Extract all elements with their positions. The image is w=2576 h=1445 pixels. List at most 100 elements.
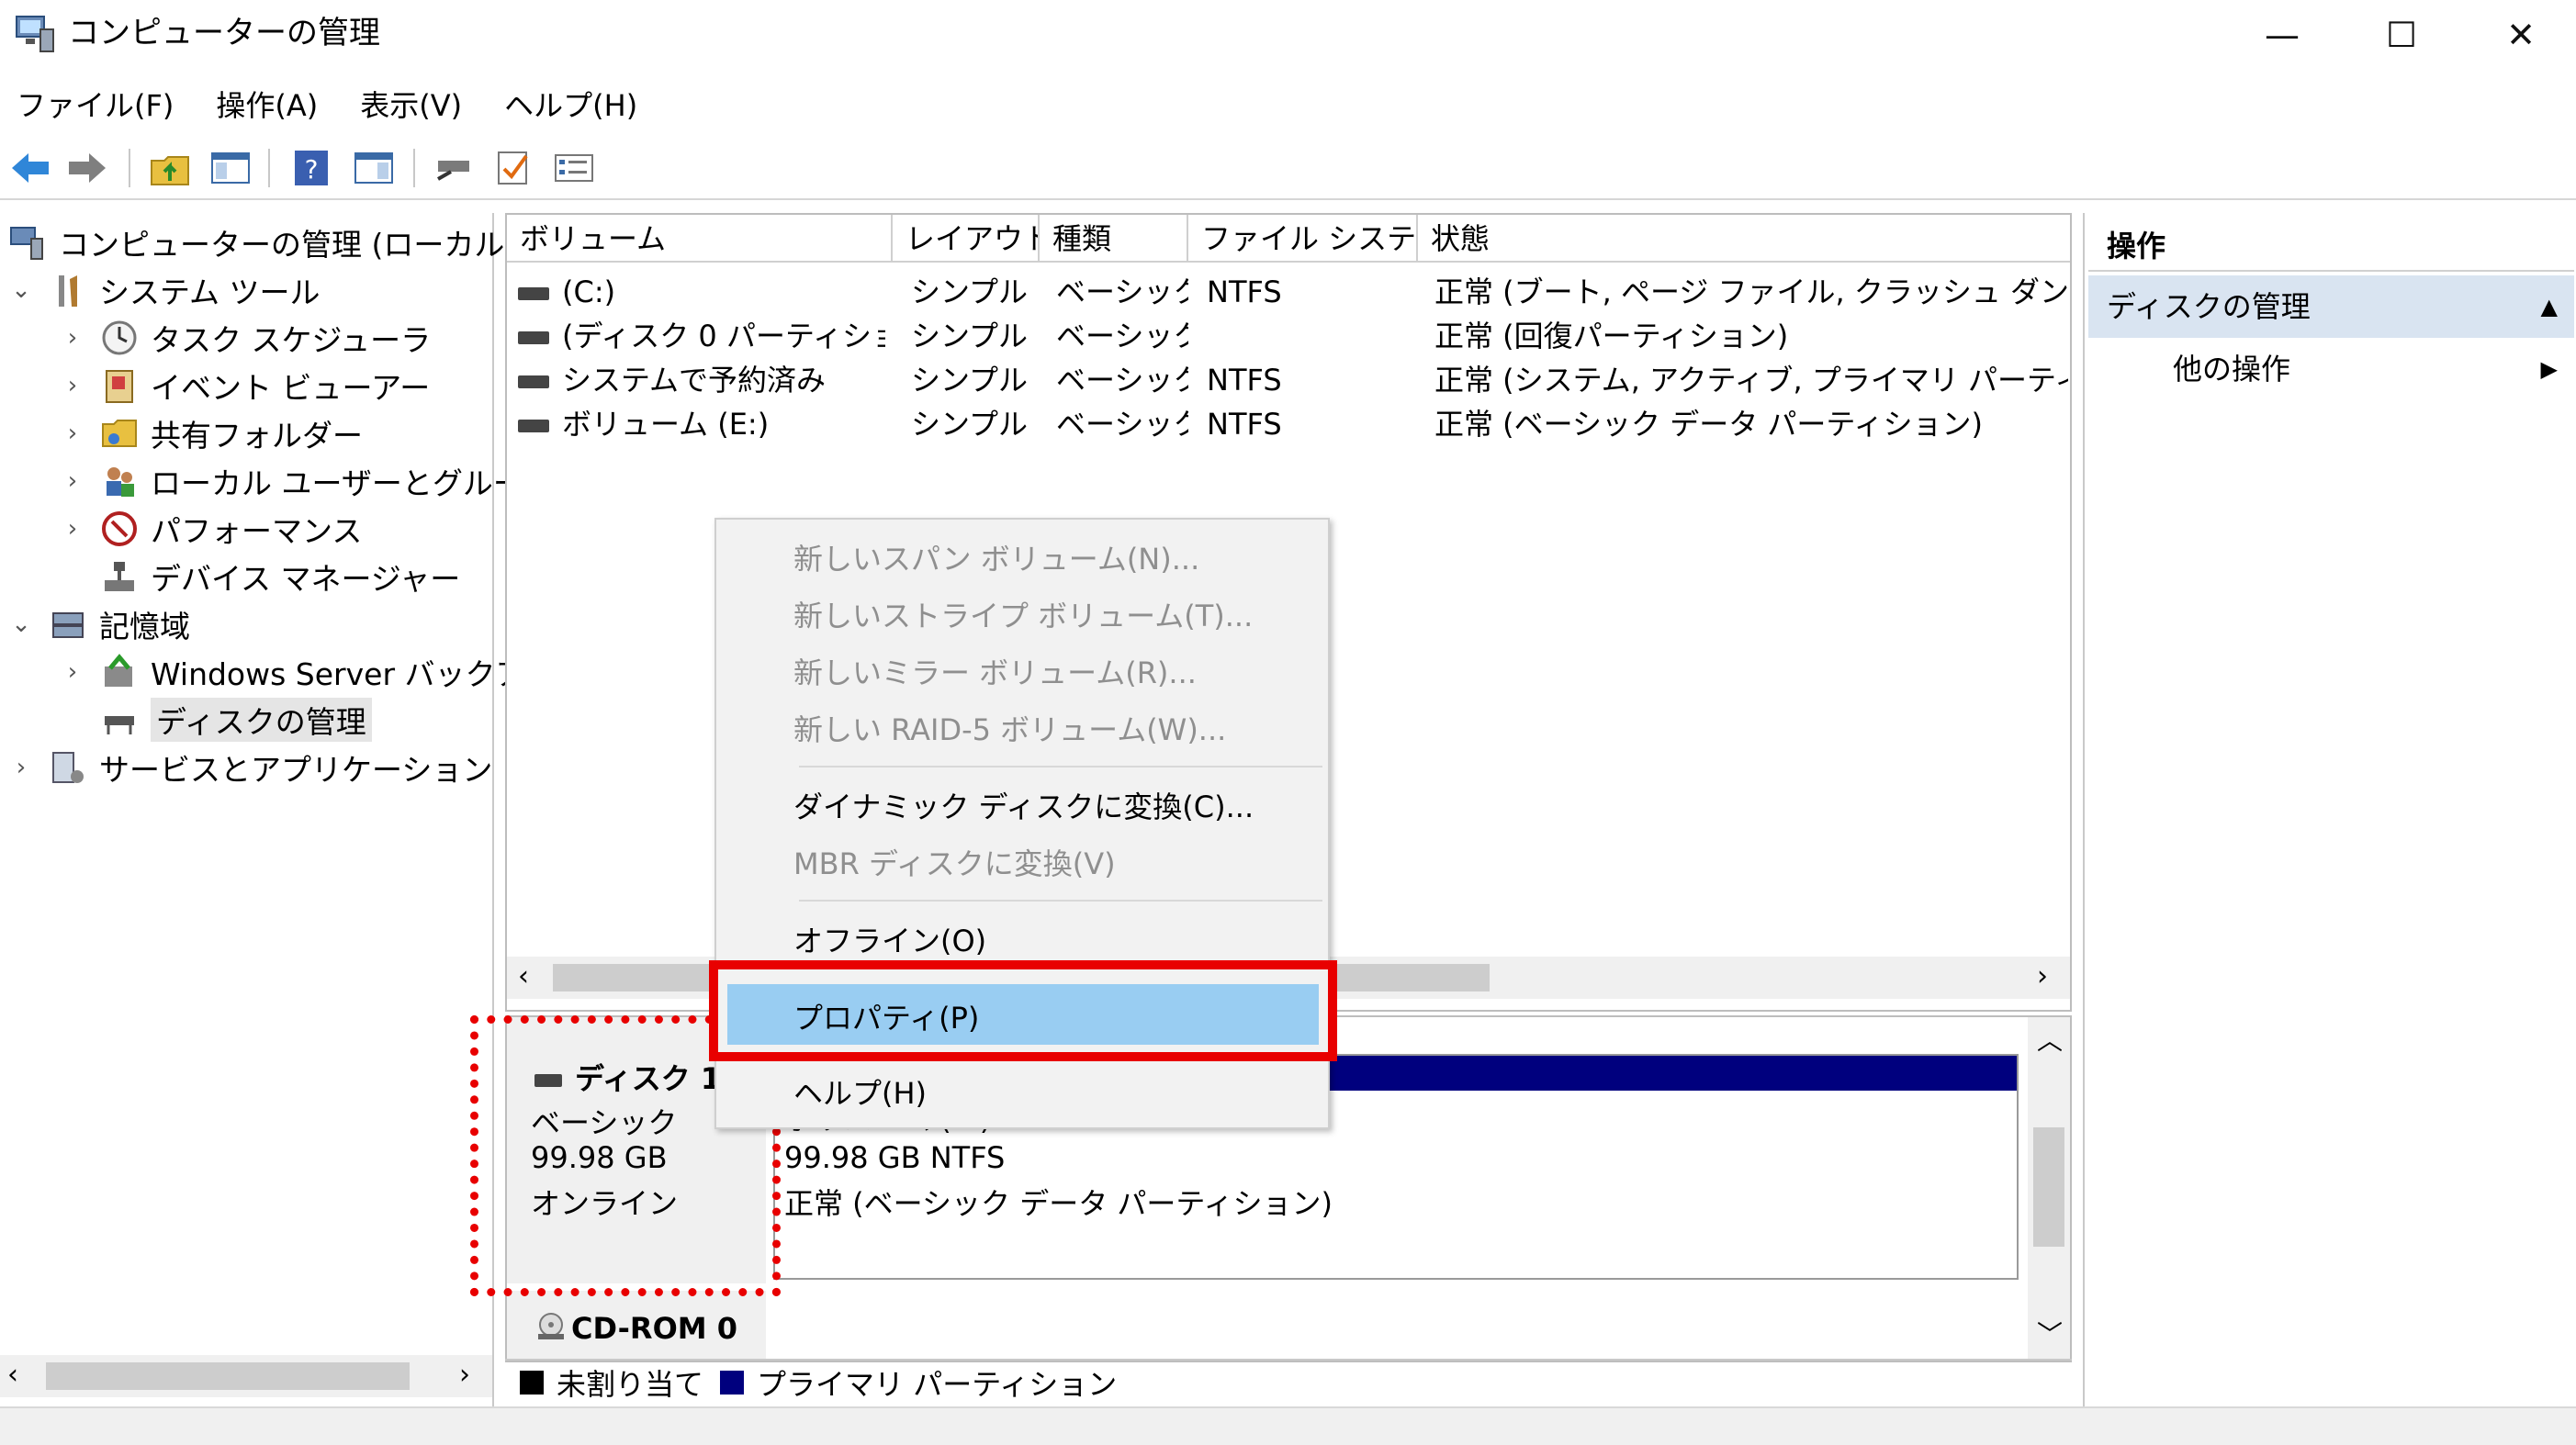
menu-item-new-striped[interactable]: 新しいストライプ ボリューム(T)... — [793, 593, 1253, 635]
table-row[interactable]: ボリューム (E:) シンプル ベーシック NTFS 正常 (ベーシック データ… — [507, 402, 2070, 446]
table-row[interactable]: システムで予約済み シンプル ベーシック NTFS 正常 (システム, アクティ… — [507, 358, 2070, 402]
column-header-filesystem[interactable]: ファイル システム — [1188, 215, 1418, 263]
scroll-left-icon[interactable]: ‹ — [518, 960, 529, 992]
toolbar-separator — [413, 149, 415, 187]
tree-item-device-manager[interactable]: デバイス マネージャー — [59, 553, 460, 600]
back-arrow-icon[interactable] — [7, 145, 53, 191]
collapse-chevron-icon[interactable]: ⌄ — [7, 276, 35, 304]
table-row[interactable]: (C:) シンプル ベーシック NTFS 正常 (ブート, ページ ファイル, … — [507, 270, 2070, 314]
volume-status: 正常 (ブート, ページ ファイル, クラッシュ ダンプ, プライマ — [1434, 274, 2068, 309]
status-bar — [0, 1406, 2576, 1445]
scroll-right-icon[interactable]: › — [2037, 960, 2048, 992]
window-title: コンピューターの管理 — [68, 15, 380, 51]
tree-item-performance[interactable]: › パフォーマンス — [59, 505, 362, 553]
expand-chevron-icon[interactable]: › — [59, 420, 86, 447]
volume-filesystem: NTFS — [1207, 407, 1282, 442]
tree-item-event-viewer[interactable]: › イベント ビューアー — [59, 362, 430, 409]
tree-horizontal-scrollbar[interactable]: ‹ › — [0, 1355, 492, 1397]
legend-swatch-unallocated — [520, 1371, 544, 1395]
title-bar: コンピューターの管理 — ☐ ✕ — [0, 0, 2576, 70]
column-header-layout[interactable]: レイアウト — [893, 215, 1040, 263]
minimize-button[interactable]: — — [2222, 0, 2342, 70]
expand-chevron-icon[interactable]: › — [7, 754, 35, 781]
cdrom-info-block[interactable]: CD-ROM 0 — [507, 1291, 766, 1361]
actions-other-operations[interactable]: 他の操作 ▶ — [2088, 343, 2574, 395]
volume-layout: シンプル — [911, 274, 1029, 309]
scroll-down-icon[interactable]: ﹀ — [2037, 1315, 2063, 1351]
tree-item-label: ディスクの管理 — [151, 698, 372, 742]
properties-icon[interactable] — [351, 145, 397, 191]
expand-chevron-icon[interactable]: › — [59, 658, 86, 686]
volume-filesystem: NTFS — [1207, 274, 1282, 309]
volume-status: 正常 (ベーシック データ パーティション) — [1434, 407, 1983, 442]
menu-file[interactable]: ファイル(F) — [17, 83, 174, 125]
close-button[interactable]: ✕ — [2461, 0, 2576, 70]
help-icon[interactable]: ? — [288, 145, 334, 191]
minimize-icon: — — [2265, 15, 2300, 55]
tree-item-disk-management[interactable]: ディスクの管理 — [59, 696, 372, 744]
collapse-triangle-icon[interactable]: ▲ — [2541, 275, 2558, 338]
menu-item-convert-dynamic[interactable]: ダイナミック ディスクに変換(C)... — [793, 784, 1254, 826]
menu-item-new-mirror[interactable]: 新しいミラー ボリューム(R)... — [793, 650, 1197, 692]
drive-icon — [518, 331, 549, 344]
menu-help[interactable]: ヘルプ(H) — [504, 83, 637, 125]
tree-item-label: タスク スケジューラ — [151, 322, 432, 358]
menu-bar: ファイル(F) 操作(A) 表示(V) ヘルプ(H) — [0, 77, 2576, 130]
menu-item-new-raid5[interactable]: 新しい RAID-5 ボリューム(W)... — [793, 707, 1226, 749]
menu-item-help[interactable]: ヘルプ(H) — [793, 1070, 927, 1113]
legend-swatch-primary — [720, 1371, 745, 1395]
column-header-type[interactable]: 種類 — [1040, 215, 1188, 263]
volume-type: ベーシック — [1056, 319, 1188, 353]
users-icon — [99, 461, 140, 501]
tree-item-system-tools[interactable]: ⌄ システム ツール — [7, 266, 320, 314]
volume-name: (ディスク 0 パーティション 3) — [562, 319, 885, 353]
table-row[interactable]: (ディスク 0 パーティション 3) シンプル ベーシック 正常 (回復パーティ… — [507, 314, 2070, 358]
scroll-left-icon[interactable]: ‹ — [7, 1359, 18, 1391]
scroll-thumb[interactable] — [46, 1362, 410, 1390]
actions-other-label: 他の操作 — [2173, 352, 2291, 386]
tree-item-task-scheduler[interactable]: › タスク スケジューラ — [59, 314, 431, 362]
menu-item-new-spanned[interactable]: 新しいスパン ボリューム(N)... — [793, 536, 1199, 578]
computer-management-icon — [7, 222, 48, 263]
computer-management-icon — [13, 11, 57, 55]
expand-chevron-icon[interactable]: › — [59, 515, 86, 543]
scroll-right-icon[interactable]: › — [459, 1359, 470, 1391]
menu-separator — [799, 766, 1322, 767]
expand-chevron-icon[interactable]: › — [59, 467, 86, 495]
scroll-up-icon[interactable]: ︿ — [2037, 1021, 2063, 1058]
menu-view[interactable]: 表示(V) — [360, 83, 462, 125]
menu-item-offline[interactable]: オフライン(O) — [793, 918, 986, 960]
up-folder-icon[interactable] — [147, 145, 193, 191]
disk-connect-icon[interactable] — [430, 145, 476, 191]
disk-vertical-scrollbar[interactable]: ︿ ﹀ — [2028, 1017, 2070, 1361]
drive-icon — [518, 375, 549, 388]
check-icon[interactable] — [490, 145, 536, 191]
scroll-thumb[interactable] — [2033, 1127, 2064, 1247]
expand-chevron-icon[interactable]: › — [59, 324, 86, 352]
actions-pane: 操作 ディスクの管理 ▲ 他の操作 ▶ — [2083, 213, 2576, 1406]
column-header-status[interactable]: 状態 — [1418, 215, 2070, 263]
menu-action[interactable]: 操作(A) — [216, 83, 318, 125]
volume-list-header: ボリューム レイアウト 種類 ファイル システム 状態 — [507, 215, 2070, 263]
tree-item-storage[interactable]: ⌄ 記憶域 — [7, 600, 190, 648]
backup-icon — [99, 652, 140, 692]
expand-chevron-icon[interactable]: › — [59, 372, 86, 399]
forward-arrow-icon[interactable] — [64, 145, 110, 191]
collapse-chevron-icon[interactable]: ⌄ — [7, 610, 35, 638]
column-header-volume[interactable]: ボリューム — [507, 215, 893, 263]
volume-filesystem — [1207, 314, 1409, 358]
show-hide-tree-icon[interactable] — [208, 145, 253, 191]
tree-item-services-apps[interactable]: › サービスとアプリケーション — [7, 744, 492, 791]
tree-item-root[interactable]: コンピューターの管理 (ローカル) — [7, 218, 516, 266]
storage-icon — [48, 604, 88, 644]
maximize-button[interactable]: ☐ — [2342, 0, 2461, 70]
tree-item-local-users[interactable]: › ローカル ユーザーとグループ — [59, 457, 552, 505]
actions-section-disk-management[interactable]: ディスクの管理 ▲ — [2088, 275, 2574, 338]
shared-folder-icon — [99, 413, 140, 454]
list-view-icon[interactable] — [551, 145, 597, 191]
submenu-arrow-icon: ▶ — [2540, 356, 2558, 382]
tree-item-shared-folders[interactable]: › 共有フォルダー — [59, 409, 363, 457]
legend-unallocated: 未割り当て — [557, 1367, 704, 1402]
menu-item-convert-mbr[interactable]: MBR ディスクに変換(V) — [793, 841, 1116, 883]
tree-item-label: パフォーマンス — [151, 513, 363, 549]
